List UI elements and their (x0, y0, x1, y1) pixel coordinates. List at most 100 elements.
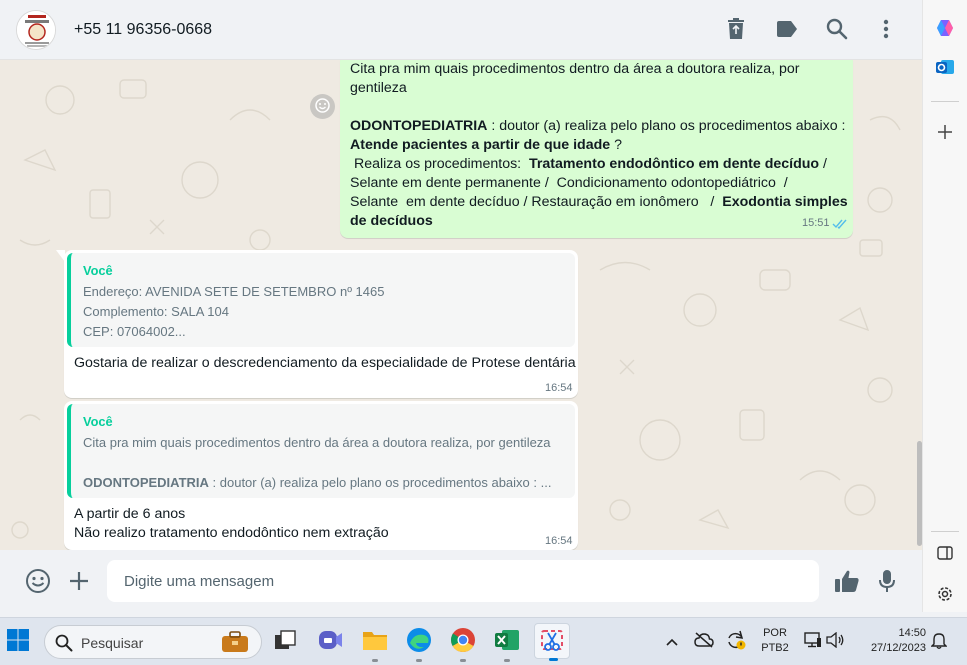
age-question: Atende pacientes a partir de que idade (350, 137, 611, 153)
keyboard-language[interactable]: POR PTB2 (756, 627, 794, 654)
clock-time: 14:50 (898, 627, 926, 639)
sidebar-divider (931, 101, 959, 102)
chat-header: +55 11 96356-0668 (0, 0, 922, 60)
running-indicator (549, 658, 558, 661)
incoming-reply-message[interactable]: Você Endereço: AVENIDA SETE DE SETEMBRO … (56, 250, 578, 398)
outgoing-message[interactable]: Cita pra mim quais procedimentos dentro … (340, 60, 853, 238)
briefcase-icon (221, 631, 249, 656)
message-time: 16:54 (545, 535, 573, 547)
message-line: gentileza (350, 80, 407, 96)
taskbar-search[interactable]: Pesquisar (44, 625, 262, 659)
volume-tray-button[interactable] (824, 626, 846, 656)
clock-date: 27/12/2023 (870, 642, 926, 654)
snipping-tool-icon (541, 628, 563, 655)
onedrive-tray-button[interactable] (692, 626, 716, 656)
sidebar-settings-button[interactable] (933, 583, 957, 607)
split-panel-icon (937, 545, 953, 563)
split-screen-button[interactable] (933, 542, 957, 566)
react-emoji-button[interactable] (310, 94, 335, 119)
sidebar-divider (931, 531, 959, 532)
contact-avatar[interactable] (16, 10, 56, 50)
sync-warning-icon (726, 630, 746, 653)
monitor-icon (804, 631, 822, 651)
copilot-button[interactable] (933, 17, 957, 41)
smiley-icon (315, 97, 330, 116)
clock[interactable]: 14:50 27/12/2023 (856, 627, 926, 654)
quote-author: Você (83, 414, 113, 429)
message-line: de decíduos (350, 212, 850, 231)
message-composer (0, 550, 922, 612)
message-line: Atende pacientes a partir de que idade ? (350, 136, 850, 155)
taskbar-chrome[interactable] (448, 626, 478, 662)
message-line: Selante em dente decíduo / Restauração e… (350, 193, 850, 212)
quote-text: : doutor (a) realiza pelo plano os proce… (208, 475, 552, 490)
bell-icon (930, 631, 948, 652)
emoji-smiley-icon (25, 568, 51, 597)
gear-icon (936, 585, 954, 606)
speaker-icon (826, 631, 844, 651)
double-check-read-icon (832, 216, 848, 232)
folder-icon (362, 629, 388, 654)
cloud-offline-icon (694, 631, 714, 651)
bubble-tail (56, 250, 65, 266)
message-time: 15:51 (802, 217, 830, 229)
show-hidden-icons-button[interactable] (660, 626, 684, 656)
thumbs-up-button[interactable] (834, 569, 860, 595)
taskbar-teams[interactable] (316, 626, 346, 656)
message-input[interactable] (107, 560, 819, 602)
taskbar-edge[interactable] (404, 626, 434, 662)
emoji-button[interactable] (25, 568, 51, 597)
message-line: Realiza os procedimentos: Tratamento end… (350, 155, 850, 174)
taskbar-snipping-tool[interactable] (534, 623, 570, 661)
message-time: 16:54 (545, 382, 573, 394)
label-tag-icon (776, 20, 798, 40)
running-indicator (504, 659, 510, 662)
message-text: Gostaria de realizar o descredenciamento… (74, 355, 576, 371)
message-list[interactable]: Cita pra mim quais procedimentos dentro … (0, 60, 922, 550)
more-vertical-icon (883, 19, 889, 42)
quoted-message[interactable]: Você Endereço: AVENIDA SETE DE SETEMBRO … (67, 253, 575, 347)
search-chat-button[interactable] (825, 18, 849, 42)
running-indicator (460, 659, 466, 662)
message-text: : doutor (a) realiza pelo plano os proce… (487, 118, 846, 134)
start-button[interactable] (6, 628, 32, 654)
teams-meet-icon (318, 628, 344, 655)
display-tray-button[interactable] (802, 626, 824, 656)
procedure-bold: Tratamento endodôntico em dente decíduo (529, 156, 820, 172)
notifications-button[interactable] (928, 626, 950, 656)
contact-name[interactable]: +55 11 96356-0668 (74, 21, 212, 39)
attach-button[interactable] (66, 569, 92, 595)
delete-chat-button[interactable] (724, 17, 748, 43)
chat-window: +55 11 96356-0668 Cita pra mim quais pro… (0, 0, 922, 612)
message-text: Selante em dente decíduo / Restauração e… (350, 194, 723, 210)
plus-icon (68, 570, 90, 595)
specialty-heading: ODONTOPEDIATRIA (350, 118, 488, 134)
trash-icon (727, 17, 745, 43)
edge-browser-icon (406, 627, 432, 656)
taskbar-task-view[interactable] (270, 626, 300, 656)
browser-sidebar (922, 0, 967, 612)
quote-line: Complemento: SALA 104 (83, 304, 229, 319)
chevron-up-icon (666, 633, 678, 649)
message-line: Não realizo tratamento endodôntico nem e… (74, 525, 389, 541)
taskbar-file-explorer[interactable] (360, 626, 390, 662)
quoted-message[interactable]: Você Cita pra mim quais procedimentos de… (67, 404, 575, 498)
taskbar-excel[interactable] (492, 626, 522, 662)
search-icon (55, 634, 73, 655)
task-view-icon (274, 629, 296, 653)
incoming-reply-message[interactable]: Você Cita pra mim quais procedimentos de… (64, 401, 578, 550)
plus-icon (938, 124, 952, 142)
add-sidebar-app-button[interactable] (933, 121, 957, 145)
thumbs-up-icon (834, 569, 860, 596)
chrome-icon (450, 627, 476, 656)
label-chat-button[interactable] (775, 18, 799, 42)
voice-message-button[interactable] (874, 569, 900, 595)
sync-tray-button[interactable] (724, 626, 748, 656)
copilot-icon (935, 18, 955, 41)
message-line: Cita pra mim quais procedimentos dentro … (350, 61, 800, 77)
menu-button[interactable] (874, 18, 898, 42)
running-indicator (416, 659, 422, 662)
microphone-icon (878, 569, 896, 596)
outlook-button[interactable] (933, 56, 957, 80)
excel-icon (494, 628, 520, 655)
